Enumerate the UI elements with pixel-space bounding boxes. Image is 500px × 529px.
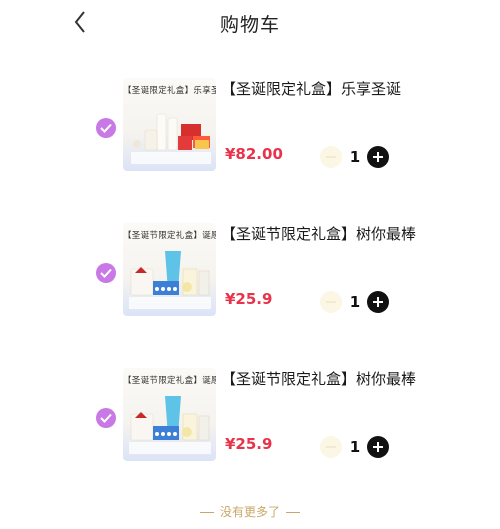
product-price: ¥82.00: [225, 145, 283, 163]
gift-box-image: [131, 113, 211, 164]
product-name[interactable]: 【圣诞限定礼盒】乐享圣诞: [221, 78, 401, 99]
cart-item: 【圣诞限定礼盒】乐享圣诞 【圣诞限定礼盒】乐享圣诞 ¥82.00 1: [0, 78, 500, 188]
quantity-value: 1: [349, 438, 361, 456]
product-name[interactable]: 【圣诞节限定礼盒】树你最棒: [221, 368, 416, 389]
end-of-list-notice: 没有更多了: [0, 503, 500, 520]
select-checkbox[interactable]: [96, 118, 116, 138]
increase-quantity-button[interactable]: [367, 436, 389, 458]
end-of-list-text: 没有更多了: [219, 505, 280, 519]
increase-quantity-button[interactable]: [367, 291, 389, 313]
quantity-value: 1: [349, 148, 361, 166]
product-price: ¥25.9: [225, 290, 273, 308]
checkmark-icon: [100, 268, 112, 278]
checkmark-icon: [100, 123, 112, 133]
product-thumbnail[interactable]: 【圣诞限定礼盒】乐享圣诞: [123, 78, 216, 171]
product-name[interactable]: 【圣诞节限定礼盒】树你最棒: [221, 223, 416, 244]
page-title: 购物车: [219, 14, 280, 36]
product-thumbnail[interactable]: 【圣诞节限定礼盒】诞愿实现: [123, 368, 216, 461]
decrease-quantity-button[interactable]: [320, 146, 342, 168]
product-thumbnail[interactable]: 【圣诞节限定礼盒】诞愿实现: [123, 223, 216, 316]
checkmark-icon: [100, 413, 112, 423]
increase-quantity-button[interactable]: [367, 146, 389, 168]
divider-line: [199, 512, 214, 513]
divider-line: [286, 512, 300, 513]
quantity-value: 1: [349, 293, 361, 311]
decrease-quantity-button[interactable]: [320, 436, 342, 458]
gift-box-image: [129, 251, 211, 309]
select-checkbox[interactable]: [96, 263, 116, 283]
gift-box-image: [129, 396, 211, 454]
cart-item: 【圣诞节限定礼盒】诞愿实现 【圣诞节限定礼盒】树你最棒 ¥25.9 1: [0, 368, 500, 478]
product-price: ¥25.9: [225, 435, 273, 453]
header-bar: 购物车: [0, 0, 500, 46]
cart-item: 【圣诞节限定礼盒】诞愿实现 【圣诞节限定礼盒】树你最棒 ¥25.9 1: [0, 223, 500, 333]
select-checkbox[interactable]: [96, 408, 116, 428]
decrease-quantity-button[interactable]: [320, 291, 342, 313]
